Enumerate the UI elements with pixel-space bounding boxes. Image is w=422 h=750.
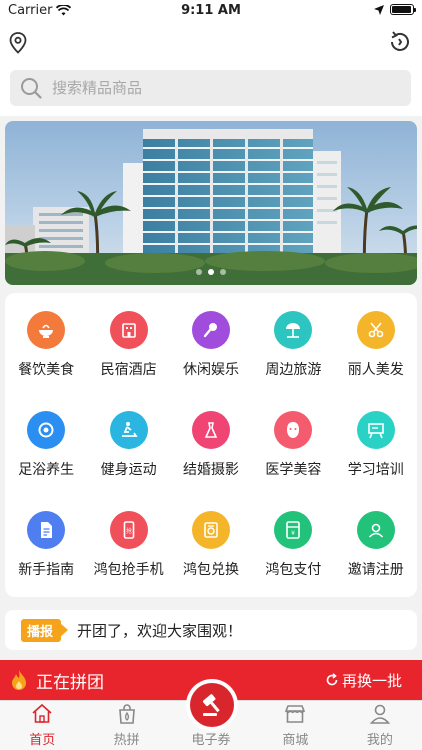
refresh-batch-button[interactable]: 再换一批 [325, 670, 402, 691]
category-label: 休闲娱乐 [182, 362, 239, 378]
carousel-indicator[interactable] [5, 269, 417, 275]
notice-tag: 播报 [21, 618, 69, 642]
category-item[interactable]: 休闲娱乐 [170, 305, 252, 405]
food-bowl-icon [27, 311, 66, 349]
category-label: 周边旅游 [265, 362, 322, 378]
category-item[interactable]: ¥ 鸿包支付 [252, 505, 334, 605]
home-icon [32, 703, 52, 723]
category-label: 丽人美发 [347, 362, 404, 378]
microphone-icon [191, 311, 230, 349]
carousel-dot[interactable] [220, 269, 226, 275]
wedding-dress-icon [191, 411, 230, 449]
tab-label: 电子券 [191, 733, 231, 748]
category-grid: 餐饮美食 民宿酒店 休闲娱乐 周边旅游 丽人美发足浴养生 健身运动 结婚摄影 医学美容 学习培训… [5, 293, 417, 605]
svg-text:¥: ¥ [291, 530, 295, 537]
category-label: 餐饮美食 [18, 362, 75, 378]
category-item[interactable]: 医学美容 [252, 405, 334, 505]
category-item[interactable]: 民宿酒店 [87, 305, 169, 405]
gavel-icon [202, 694, 220, 716]
category-label: 鸿包抢手机 [93, 562, 164, 578]
category-label: 结婚摄影 [182, 462, 239, 478]
gavel-badge [190, 683, 234, 727]
category-label: 鸿包支付 [265, 562, 322, 578]
fire-icon [12, 670, 26, 690]
carousel-dot[interactable] [196, 269, 202, 275]
category-label: 健身运动 [100, 462, 157, 478]
location-pin-icon[interactable] [9, 32, 27, 54]
user-icon [369, 704, 391, 724]
search-bar [0, 68, 422, 116]
category-item[interactable]: 学习培训 [335, 405, 417, 505]
document-icon [27, 511, 66, 549]
category-item[interactable]: 周边旅游 [252, 305, 334, 405]
category-label: 民宿酒店 [100, 362, 157, 378]
category-label: 鸿包兑换 [182, 562, 239, 578]
banner-carousel[interactable] [5, 121, 417, 285]
clock: 9:11 AM [181, 3, 241, 18]
category-item[interactable]: 鸿包兑换 [170, 505, 252, 605]
category-label: 足浴养生 [18, 462, 75, 478]
category-label: 学习培训 [347, 462, 404, 478]
category-item[interactable]: 丽人美发 [335, 305, 417, 405]
status-bar: Carrier 9:11 AM [0, 0, 422, 22]
category-label: 邀请注册 [347, 562, 404, 578]
blackboard-icon [356, 411, 395, 449]
phone-icon: 抢 [109, 511, 148, 549]
tab-home[interactable]: 首页 [0, 701, 84, 750]
refresh-small-icon [326, 673, 338, 686]
notice-message: 开团了，欢迎大家围观！ [77, 621, 243, 640]
category-label: 新手指南 [18, 562, 75, 578]
invite-user-icon [356, 511, 395, 549]
category-item[interactable]: 邀请注册 [335, 505, 417, 605]
battery-fill [392, 6, 411, 13]
location-arrow-icon [374, 4, 384, 15]
category-panel: 餐饮美食 民宿酒店 休闲娱乐 周边旅游 丽人美发足浴养生 健身运动 结婚摄影 医学美容 学习培训… [5, 293, 417, 597]
battery-icon [390, 4, 416, 15]
tab-label: 热拼 [113, 733, 140, 748]
refresh-batch-label: 再换一批 [341, 671, 402, 690]
refresh-icon[interactable] [388, 30, 412, 54]
tab-user[interactable]: 我的 [338, 701, 422, 750]
hotel-icon [109, 311, 148, 349]
exchange-icon [191, 511, 230, 549]
tab-label: 首页 [29, 733, 56, 748]
store-icon [285, 705, 306, 723]
wallet-icon: ¥ [274, 511, 313, 549]
search-icon [21, 78, 42, 99]
tab-hot-bag[interactable]: 热拼 [84, 701, 168, 750]
face-mask-icon [274, 411, 313, 449]
category-item[interactable]: 餐饮美食 [5, 305, 87, 405]
category-item[interactable]: 结婚摄影 [170, 405, 252, 505]
category-item[interactable]: 足浴养生 [5, 405, 87, 505]
center-tab-button[interactable] [186, 679, 238, 731]
category-item[interactable]: 抢鸿包抢手机 [87, 505, 169, 605]
group-buy-title: 正在拼团 [36, 672, 104, 693]
search-box[interactable] [10, 70, 411, 106]
tab-store[interactable]: 商城 [253, 701, 337, 750]
beach-umbrella-icon [274, 311, 313, 349]
hot-bag-icon [118, 704, 135, 724]
category-item[interactable]: 健身运动 [87, 405, 169, 505]
banner-image [5, 121, 417, 285]
treadmill-icon [109, 411, 148, 449]
category-label: 医学美容 [265, 462, 322, 478]
scissors-icon [356, 311, 395, 349]
top-bar [0, 22, 422, 68]
category-item[interactable]: 新手指南 [5, 505, 87, 605]
svg-text:抢: 抢 [126, 527, 132, 535]
spa-icon [27, 411, 66, 449]
tab-label: 商城 [282, 733, 309, 748]
tab-label: 我的 [366, 733, 393, 748]
notice-bar[interactable]: 播报 开团了，欢迎大家围观！ [5, 610, 417, 650]
search-input[interactable] [52, 79, 352, 97]
carousel-dot[interactable] [208, 269, 214, 275]
